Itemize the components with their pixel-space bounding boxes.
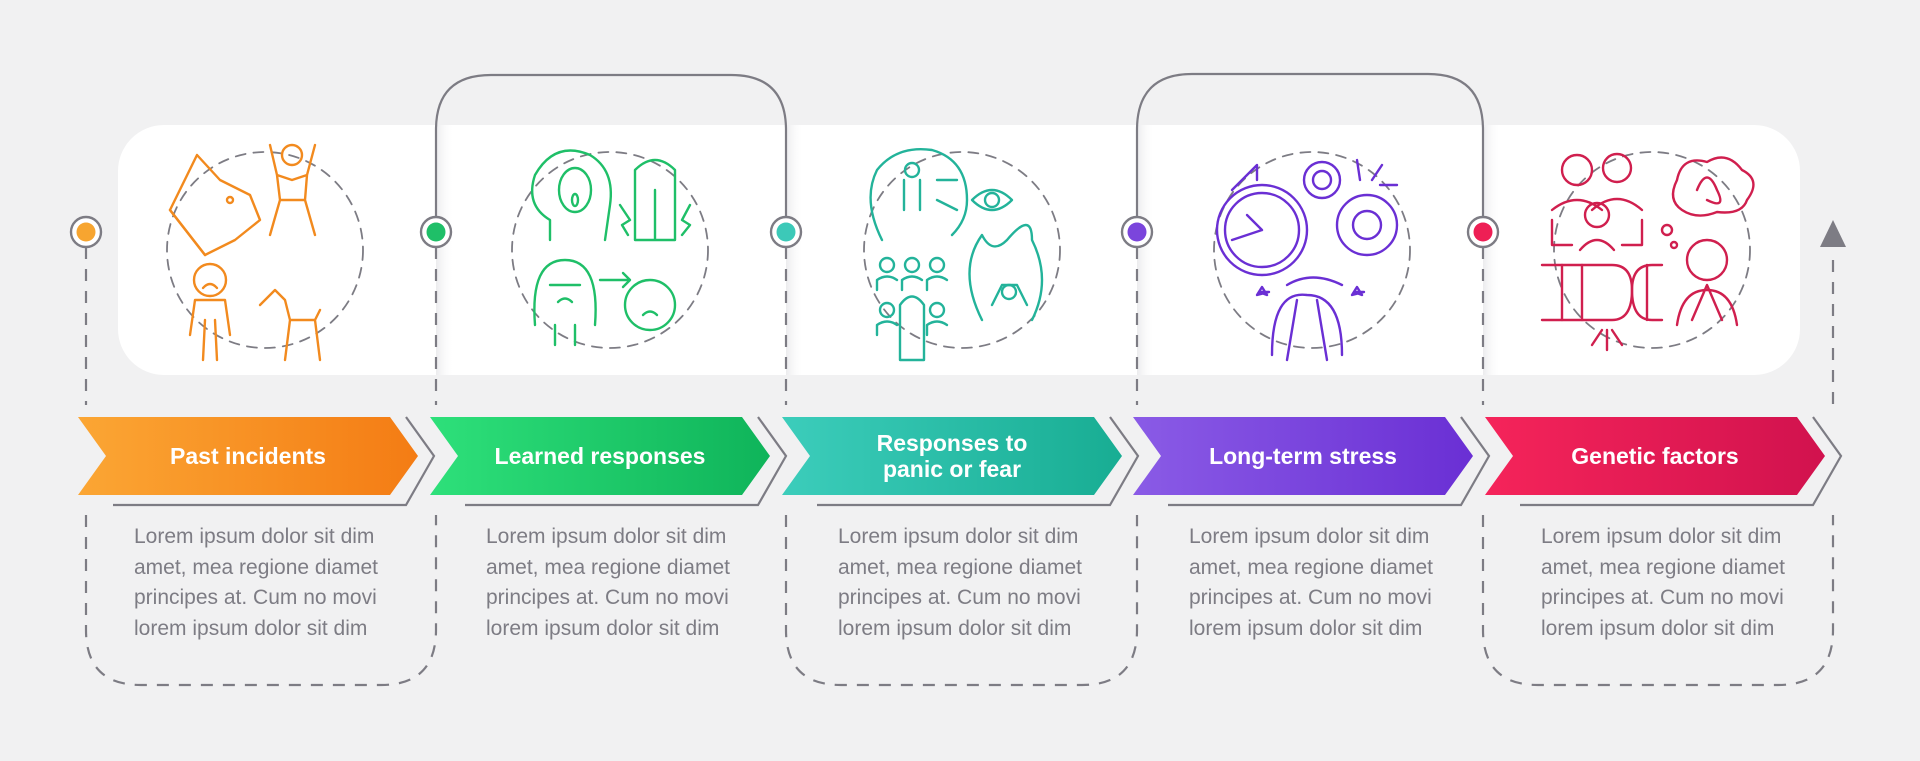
step-node-dot — [776, 222, 796, 242]
description-line: principes at. Cum no movi — [486, 586, 729, 609]
description-line: Lorem ipsum dolor sit dim — [134, 525, 375, 548]
description-line: principes at. Cum no movi — [134, 586, 377, 609]
step-description: Lorem ipsum dolor sit dim amet, mea regio… — [486, 522, 776, 644]
description-line: principes at. Cum no movi — [1541, 586, 1784, 609]
step-node-dot — [76, 222, 96, 242]
description-line: amet, mea regione diamet — [486, 555, 730, 579]
description-line: lorem ipsum dolor sit dim — [1541, 616, 1775, 640]
step-title: Responses to panic or fear — [876, 430, 1028, 482]
panel-divider — [436, 125, 454, 375]
step-title: Learned responses — [494, 443, 706, 469]
infographic-canvas — [69, 72, 1846, 687]
step-description: Lorem ipsum dolor sit dim amet, mea regio… — [1189, 522, 1479, 644]
description-line: amet, mea regione diamet — [838, 555, 1082, 579]
description-line: amet, mea regione diamet — [134, 555, 378, 579]
description-line: Lorem ipsum dolor sit dim — [838, 525, 1079, 548]
step-description: Lorem ipsum dolor sit dim amet, mea regio… — [134, 522, 424, 644]
description-line: Lorem ipsum dolor sit dim — [486, 525, 727, 548]
step-title: Long-term stress — [1209, 443, 1397, 469]
step-title: Past incidents — [170, 443, 326, 469]
panel-divider — [1483, 125, 1501, 375]
description-line: Lorem ipsum dolor sit dim — [1541, 525, 1782, 548]
panel-divider — [1137, 125, 1155, 375]
description-line: lorem ipsum dolor sit dim — [486, 616, 720, 640]
description-line: Lorem ipsum dolor sit dim — [1189, 525, 1430, 548]
description-line: lorem ipsum dolor sit dim — [838, 616, 1072, 640]
step-node-dot — [1473, 222, 1493, 242]
description-line: principes at. Cum no movi — [838, 586, 1081, 609]
step-node-dot — [1127, 222, 1147, 242]
description-line: principes at. Cum no movi — [1189, 586, 1432, 609]
step-title: Genetic factors — [1571, 443, 1739, 469]
step-description: Lorem ipsum dolor sit dim amet, mea regio… — [1541, 522, 1831, 644]
icon-panel — [118, 125, 1800, 375]
description-line: lorem ipsum dolor sit dim — [1189, 616, 1423, 640]
description-line: amet, mea regione diamet — [1189, 555, 1433, 579]
description-line: amet, mea regione diamet — [1541, 555, 1785, 579]
step-node-dot — [426, 222, 446, 242]
step-description: Lorem ipsum dolor sit dim amet, mea regio… — [838, 522, 1128, 644]
panel-divider — [786, 125, 804, 375]
arrow-up-icon — [1820, 220, 1846, 247]
description-line: lorem ipsum dolor sit dim — [134, 616, 368, 640]
